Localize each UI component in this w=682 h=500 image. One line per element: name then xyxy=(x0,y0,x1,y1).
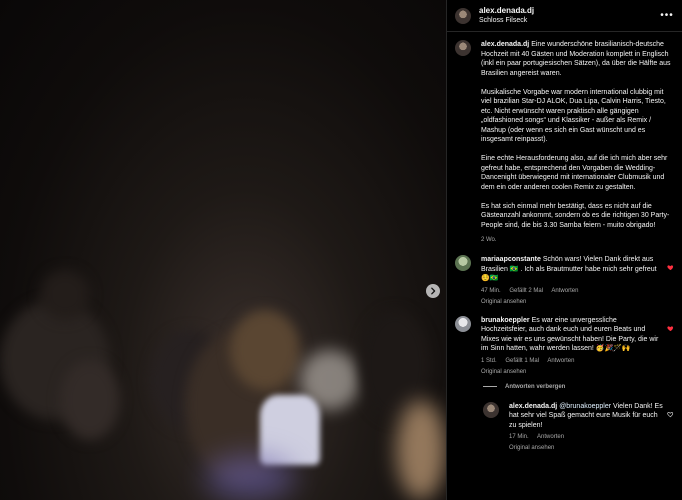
avatar[interactable] xyxy=(455,255,471,271)
reply-time[interactable]: 17 Min. xyxy=(509,434,529,440)
post-header: alex.denada.dj Schloss Filseck ••• xyxy=(447,0,682,32)
comment-likes[interactable]: Gefällt 1 Mal xyxy=(505,358,539,364)
caption-paragraph: Es hat sich einmal mehr bestätigt, dass … xyxy=(481,202,670,229)
more-options-icon[interactable]: ••• xyxy=(660,10,674,21)
caption-paragraph: Musikalische Vorgabe war modern internat… xyxy=(481,88,666,144)
post-side-panel: alex.denada.dj Schloss Filseck ••• alex.… xyxy=(446,0,682,500)
post-media[interactable] xyxy=(0,0,446,500)
comment-reply-button[interactable]: Antworten xyxy=(551,288,578,294)
caption-paragraph: Eine echte Herausforderung also, auf die… xyxy=(481,155,668,191)
see-original-link[interactable]: Original ansehen xyxy=(481,368,664,376)
caption-time[interactable]: 2 Wo. xyxy=(481,236,674,246)
comment-reply-button[interactable]: Antworten xyxy=(547,358,574,364)
chevron-right-icon xyxy=(431,287,436,295)
caption-text: alex.denada.dj Eine wunderschöne brasili… xyxy=(481,40,674,245)
media-figure xyxy=(260,395,320,465)
comment-username[interactable]: brunakoeppler xyxy=(481,317,530,324)
comment-meta: 47 Min. Gefällt 2 Mal Antworten xyxy=(481,287,664,295)
comment-likes[interactable]: Gefällt 2 Mal xyxy=(509,288,543,294)
comment-body: brunakoeppler Es war eine unvergessliche… xyxy=(481,316,664,376)
media-light xyxy=(205,455,295,500)
avatar[interactable] xyxy=(455,315,471,332)
header-location[interactable]: Schloss Filseck xyxy=(479,16,660,26)
see-original-link[interactable]: Original ansehen xyxy=(481,298,664,306)
comment-time[interactable]: 1 Std. xyxy=(481,358,497,364)
media-figure xyxy=(40,270,90,320)
media-figure xyxy=(230,310,300,390)
hide-replies-label[interactable]: Antworten verbergen xyxy=(505,384,565,390)
replies-divider-line xyxy=(483,386,497,387)
comment-body: mariaapconstante Schön wars! Vielen Dank… xyxy=(481,255,664,306)
reply-username[interactable]: alex.denada.dj xyxy=(509,403,557,410)
header-names: alex.denada.dj Schloss Filseck xyxy=(479,6,660,26)
caption: alex.denada.dj Eine wunderschöne brasili… xyxy=(455,40,674,245)
comment-username[interactable]: mariaapconstante xyxy=(481,256,541,263)
heart-filled-icon xyxy=(667,265,674,271)
comment: brunakoeppler Es war eine unvergessliche… xyxy=(455,315,674,376)
reply-mention[interactable]: @brunakoeppler xyxy=(559,403,611,410)
comment-time[interactable]: 47 Min. xyxy=(481,288,501,294)
like-button[interactable] xyxy=(664,255,674,306)
avatar[interactable] xyxy=(483,401,499,418)
see-original-link[interactable]: Original ansehen xyxy=(509,444,664,452)
heart-filled-icon xyxy=(667,325,674,331)
reply-body: alex.denada.dj @brunakoeppler Vielen Dan… xyxy=(509,402,664,453)
heart-outline-icon xyxy=(667,411,674,417)
like-button[interactable] xyxy=(664,316,674,376)
media-figure xyxy=(60,360,120,440)
comment: mariaapconstante Schön wars! Vielen Dank… xyxy=(455,255,674,306)
like-button[interactable] xyxy=(664,402,674,453)
header-username[interactable]: alex.denada.dj xyxy=(479,6,660,16)
hide-replies-button[interactable]: Antworten verbergen xyxy=(483,384,674,390)
reply-meta: 17 Min. Antworten xyxy=(509,433,664,441)
avatar[interactable] xyxy=(455,7,471,24)
avatar[interactable] xyxy=(455,40,471,56)
caption-username[interactable]: alex.denada.dj xyxy=(481,41,529,48)
reply-reply-button[interactable]: Antworten xyxy=(537,434,564,440)
media-light xyxy=(396,400,446,500)
comments-scroll-area[interactable]: alex.denada.dj Eine wunderschöne brasili… xyxy=(447,32,682,500)
reply: alex.denada.dj @brunakoeppler Vielen Dan… xyxy=(483,401,674,453)
next-media-button[interactable] xyxy=(426,284,440,298)
comment-meta: 1 Std. Gefällt 1 Mal Antworten xyxy=(481,357,664,365)
